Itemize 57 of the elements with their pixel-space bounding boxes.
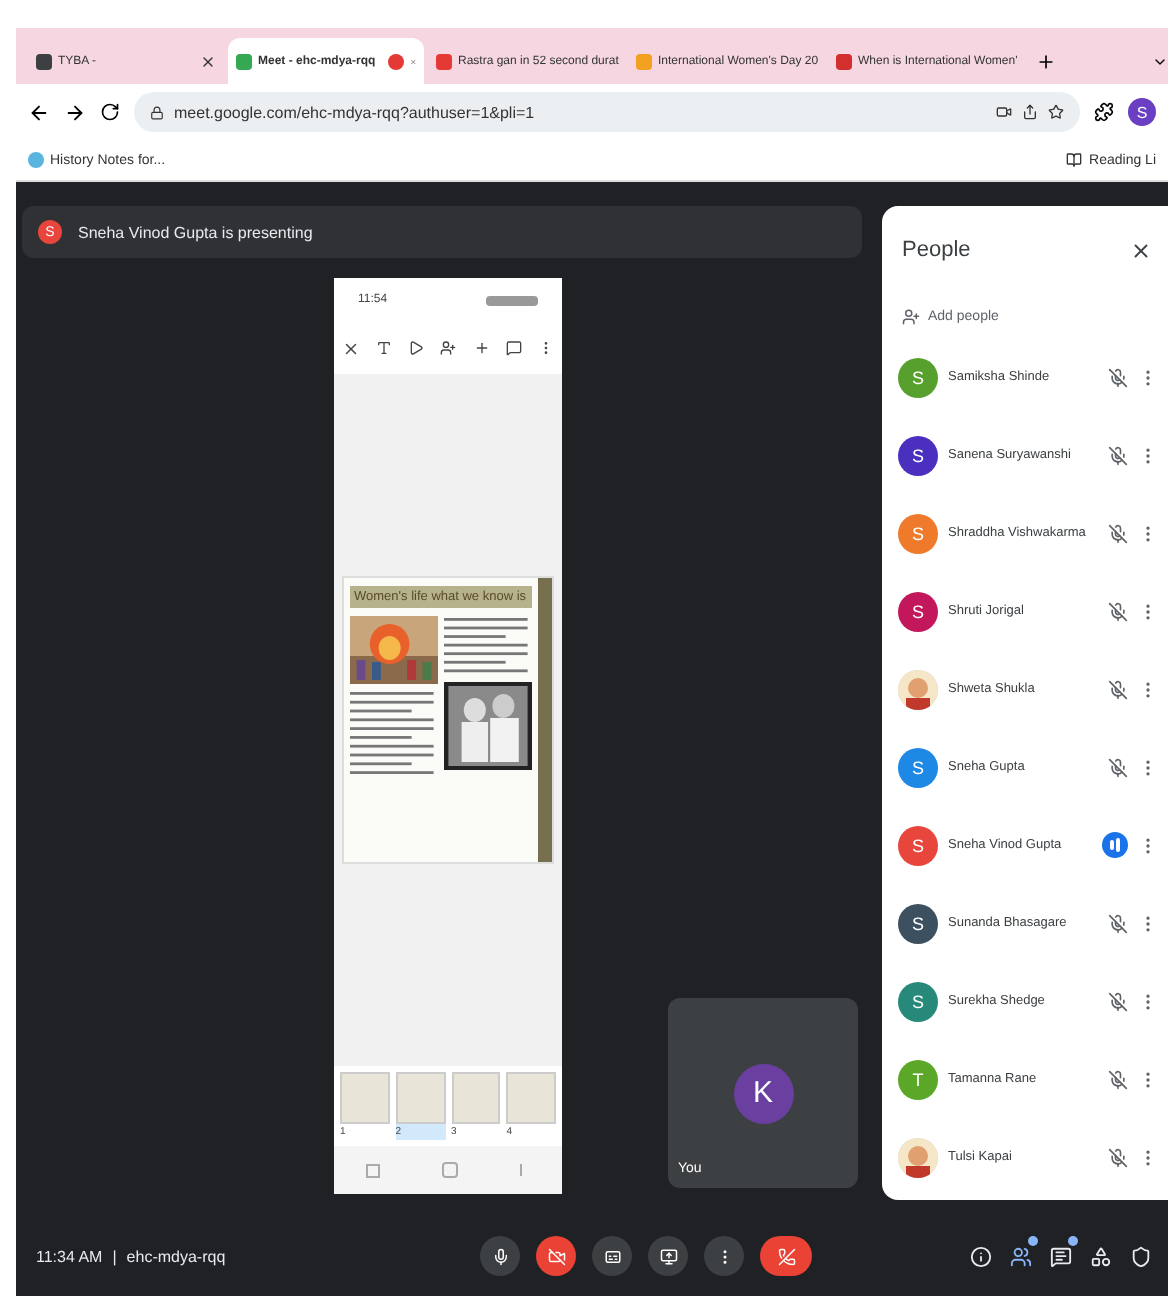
presenting-text: Sneha Vinod Gupta is presenting xyxy=(78,223,313,241)
mic-icon xyxy=(491,1247,509,1265)
participant-avatar: S xyxy=(898,591,938,631)
camera-icon[interactable] xyxy=(996,104,1012,120)
end-button[interactable] xyxy=(760,1236,812,1276)
play-icon xyxy=(408,340,425,356)
participant-avatar: S xyxy=(898,825,938,865)
activities-icon xyxy=(1089,1245,1111,1267)
text-format-icon xyxy=(376,340,393,356)
info-icon xyxy=(969,1245,991,1267)
close-icon[interactable] xyxy=(1130,239,1152,261)
present-icon xyxy=(659,1247,677,1265)
text-lines-drawing xyxy=(350,690,438,778)
captions-button[interactable] xyxy=(592,1236,632,1276)
safety-icon xyxy=(1129,1245,1151,1267)
meeting-code: ehc-mdya-rqq xyxy=(126,1247,226,1265)
url-text: meet.google.com/ehc-mdya-rqq?authuser=1&pli=1 xyxy=(174,103,535,121)
participant-avatar: S xyxy=(898,435,938,475)
address-bar[interactable]: meet.google.com/ehc-mdya-rqq?authuser=1&pli=1 xyxy=(134,92,1080,132)
text-lines-drawing xyxy=(444,616,532,676)
add-person-icon[interactable] xyxy=(902,307,920,325)
tab-search-icon[interactable] xyxy=(1152,54,1168,70)
camera-icon xyxy=(547,1247,565,1265)
participant-avatar: S xyxy=(898,357,938,397)
reload-icon[interactable] xyxy=(100,102,120,122)
separator: | xyxy=(112,1247,117,1265)
captions-icon xyxy=(603,1247,621,1265)
present-button[interactable] xyxy=(648,1236,688,1276)
participant-avatar: T xyxy=(898,1059,938,1099)
participant-avatar: S xyxy=(898,747,938,787)
comment-icon xyxy=(505,340,522,356)
lock-icon xyxy=(150,105,164,119)
chat-icon xyxy=(1049,1245,1071,1267)
more-button[interactable] xyxy=(704,1236,744,1276)
participant-avatar: S xyxy=(898,981,938,1021)
people-icon xyxy=(1009,1245,1031,1267)
nav-icon xyxy=(365,1163,380,1177)
end-icon xyxy=(777,1247,795,1265)
extensions-icon[interactable] xyxy=(1094,102,1114,122)
camera-button[interactable] xyxy=(536,1236,576,1276)
home-icon xyxy=(441,1162,458,1178)
close-icon[interactable] xyxy=(200,53,216,69)
share-icon[interactable] xyxy=(1022,104,1038,120)
self-avatar: K xyxy=(733,1063,793,1123)
reading-list-icon[interactable] xyxy=(1065,152,1082,168)
clock: 11:34 AM xyxy=(36,1247,103,1265)
close-icon xyxy=(342,339,361,357)
profile-avatar[interactable]: S xyxy=(1128,98,1156,126)
participant-avatar: S xyxy=(898,513,938,553)
add-person-icon xyxy=(440,340,457,356)
forward-icon[interactable] xyxy=(64,101,86,123)
new-tab-icon[interactable] xyxy=(1036,52,1056,72)
participant-avatar: S xyxy=(898,903,938,943)
plus-icon xyxy=(473,340,490,356)
panel-title: People xyxy=(902,238,971,262)
star-icon[interactable] xyxy=(1048,104,1064,120)
mic-button[interactable] xyxy=(480,1236,520,1276)
